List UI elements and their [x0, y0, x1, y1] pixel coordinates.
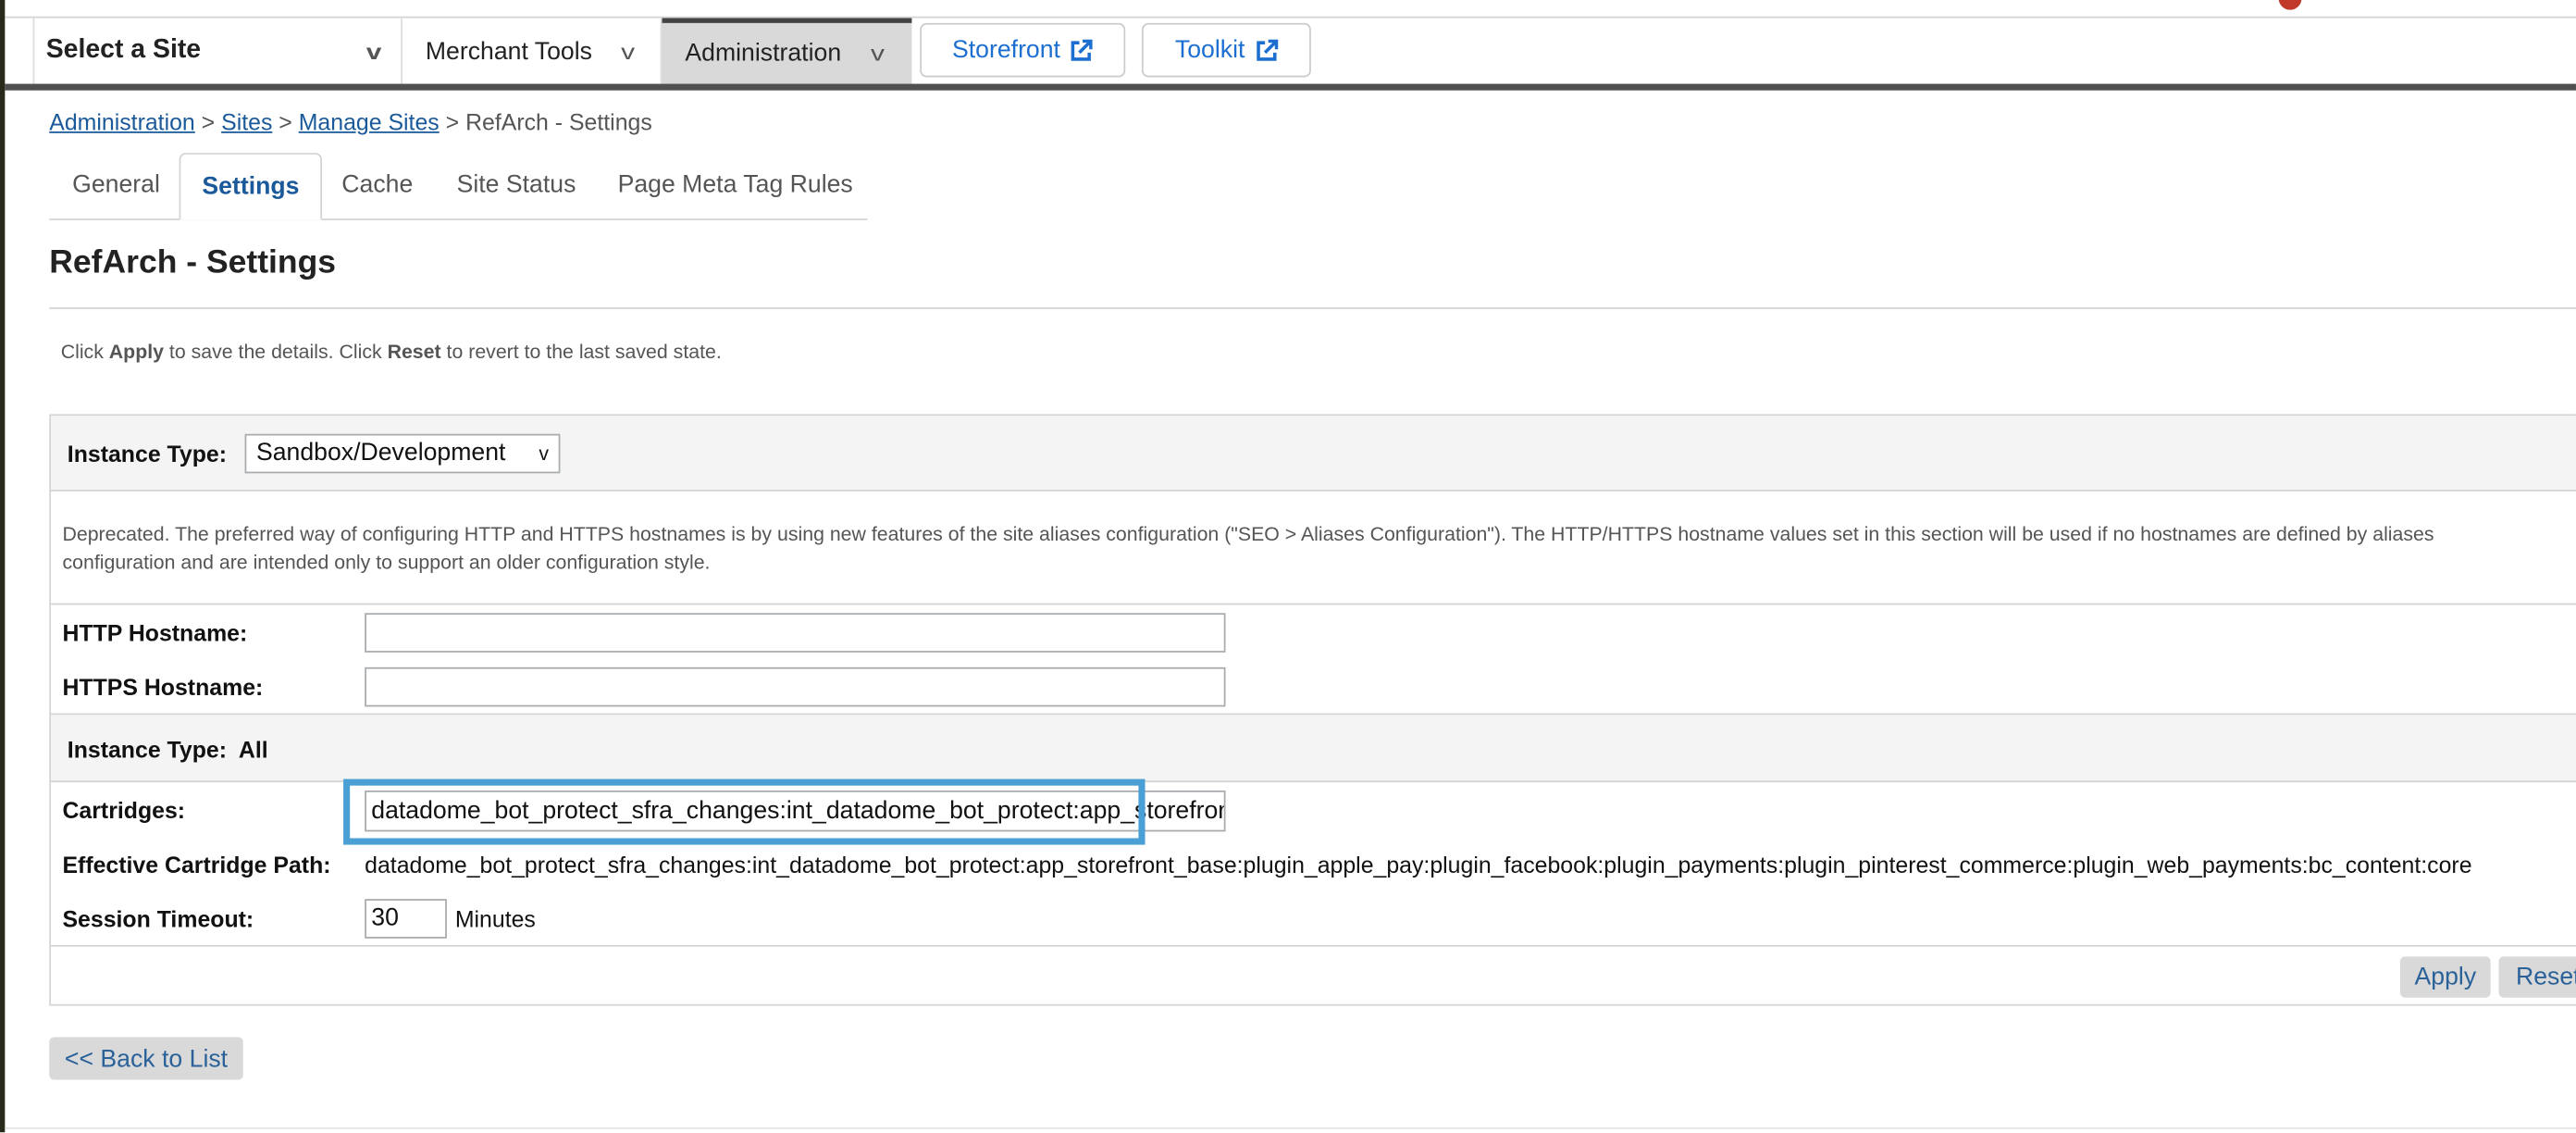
page-title: RefArch - Settings	[49, 244, 337, 281]
top-navigation: Select a Site v Merchant Tools v Adminis…	[5, 18, 2576, 84]
breadcrumb-sites[interactable]: Sites	[221, 108, 272, 134]
http-hostname-input[interactable]	[365, 613, 1226, 653]
divider	[51, 490, 2576, 492]
storefront-label: Storefront	[952, 36, 1060, 65]
merchant-tools-menu[interactable]: Merchant Tools v	[402, 18, 663, 84]
site-selector-label: Select a Site	[45, 36, 202, 65]
deprecated-note: Deprecated. The preferred way of configu…	[62, 522, 2434, 574]
external-link-icon	[1071, 38, 1094, 60]
apply-button[interactable]: Apply	[2400, 956, 2491, 998]
breadcrumb-separator: >	[279, 108, 292, 135]
effective-cartridge-path-label: Effective Cartridge Path:	[62, 851, 331, 878]
instance-type-all-header: Instance Type: All	[51, 715, 2576, 781]
merchant-tools-label: Merchant Tools	[425, 36, 592, 66]
divider	[5, 1127, 2576, 1129]
instance-type-select[interactable]: Sandbox/Development v	[244, 433, 561, 474]
toolkit-button[interactable]: Toolkit	[1141, 22, 1311, 78]
cartridges-label: Cartridges:	[62, 797, 186, 824]
session-timeout-input[interactable]: 30	[365, 899, 447, 939]
back-to-list-button[interactable]: << Back to List	[49, 1037, 243, 1080]
instance-type-all: Instance Type: All	[68, 736, 268, 762]
chevron-down-icon: v	[871, 41, 886, 67]
reset-button[interactable]: Reset	[2498, 956, 2576, 998]
highlight-box	[343, 778, 1146, 845]
tab-cache[interactable]: Cache	[341, 153, 413, 218]
instructions-apply: Apply	[108, 340, 164, 364]
https-hostname-label: HTTPS Hostname:	[62, 673, 264, 701]
instructions-text: to save the details. Click	[163, 340, 388, 364]
settings-panel: Instance Type: Sandbox/Development v Dep…	[49, 414, 2576, 1006]
external-link-icon	[1256, 38, 1278, 60]
session-timeout-label: Session Timeout:	[62, 905, 254, 932]
divider	[51, 944, 2576, 947]
chevron-down-icon: v	[621, 38, 636, 64]
tab-general[interactable]: General	[72, 153, 160, 218]
instructions-reset: Reset	[387, 340, 441, 364]
breadcrumb-administration[interactable]: Administration	[49, 108, 194, 134]
breadcrumb-manage-sites[interactable]: Manage Sites	[299, 108, 440, 134]
tab-page-meta-tag-rules[interactable]: Page Meta Tag Rules	[618, 153, 853, 218]
https-hostname-input[interactable]	[365, 666, 1226, 707]
divider	[49, 307, 2576, 309]
http-hostname-label: HTTP Hostname:	[62, 619, 248, 646]
chevron-down-icon: v	[539, 442, 550, 466]
breadcrumb-separator: >	[201, 108, 216, 135]
instructions-text: to revert to the last saved state.	[440, 340, 722, 364]
tab-settings[interactable]: Settings	[179, 153, 323, 220]
breadcrumb-separator: >	[445, 108, 460, 135]
instance-type-header: Instance Type: Sandbox/Development v	[51, 416, 2576, 491]
breadcrumb-current: RefArch - Settings	[465, 108, 652, 135]
session-timeout-unit: Minutes	[454, 905, 536, 932]
divider	[51, 603, 2576, 605]
site-selector[interactable]: Select a Site v	[32, 18, 402, 84]
toolkit-label: Toolkit	[1174, 36, 1245, 65]
administration-menu[interactable]: Administration v	[662, 18, 912, 84]
instructions-text: Click	[60, 340, 109, 364]
tab-site-status[interactable]: Site Status	[457, 153, 576, 218]
storefront-button[interactable]: Storefront	[920, 22, 1126, 78]
instructions: Click Apply to save the details. Click R…	[61, 341, 722, 364]
tab-bar: General Settings Cache Site Status Page …	[49, 153, 868, 220]
notification-dot-icon	[2278, 0, 2302, 10]
instance-type-value: Sandbox/Development	[255, 439, 506, 467]
breadcrumb: Administration > Sites > Manage Sites > …	[49, 108, 652, 134]
navbar-border	[5, 83, 2576, 91]
administration-label: Administration	[685, 39, 842, 68]
effective-cartridge-path-value: datadome_bot_protect_sfra_changes:int_da…	[365, 851, 2472, 878]
desktop-edge	[0, 0, 6, 1133]
chevron-down-icon: v	[365, 38, 382, 64]
instance-type-all-value: All	[238, 736, 268, 763]
instance-type-all-label: Instance Type:	[67, 736, 228, 763]
instance-type-label: Instance Type:	[67, 440, 228, 467]
